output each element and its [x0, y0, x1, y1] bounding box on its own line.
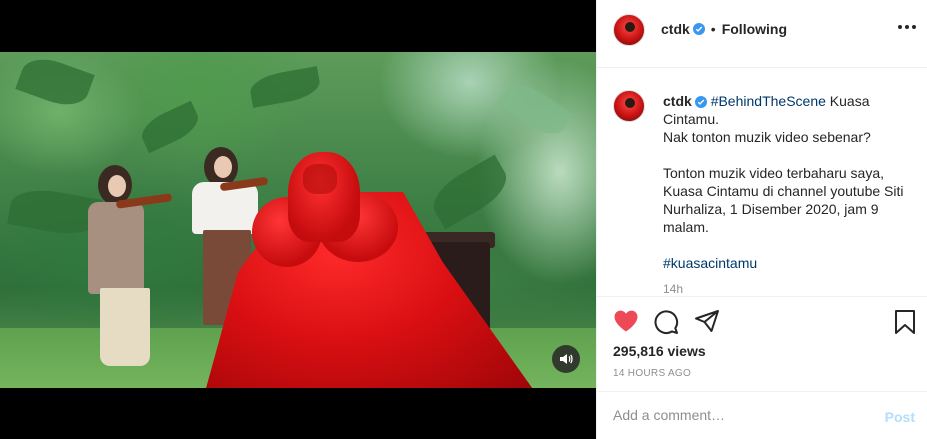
caption-age[interactable]: 14h: [663, 282, 683, 296]
verified-badge-icon: [692, 23, 705, 35]
avatar[interactable]: [613, 90, 645, 122]
paper-plane-icon[interactable]: [694, 309, 720, 333]
caption-text: ctdk #BehindTheScene Kuasa Cintamu. Nak …: [663, 92, 913, 272]
face: [214, 156, 232, 178]
face: [108, 175, 126, 197]
caption-text-part: Kuasa: [825, 93, 870, 109]
post-timestamp[interactable]: 14 HOURS AGO: [613, 368, 691, 379]
ellipsis-icon: [905, 25, 909, 29]
view-count[interactable]: 295,816 views: [613, 343, 706, 359]
more-options-button[interactable]: [898, 25, 916, 29]
post-header: ctdk • Following: [597, 0, 927, 68]
username-link[interactable]: ctdk: [663, 93, 692, 109]
post-media: [0, 0, 596, 439]
foliage: [425, 154, 515, 230]
skirt: [100, 288, 150, 366]
sound-toggle-button[interactable]: [552, 345, 580, 373]
hashtag-link[interactable]: #BehindTheScene: [711, 93, 826, 109]
ellipsis-icon: [898, 25, 902, 29]
action-bar: [597, 296, 927, 344]
username-link[interactable]: ctdk: [661, 21, 690, 37]
post-comment-button[interactable]: Post: [885, 409, 915, 425]
caption-line: Kuasa Cintamu di channel youtube Siti: [663, 183, 904, 199]
comment-bubble-icon[interactable]: [653, 309, 679, 335]
following-button[interactable]: Following: [722, 21, 787, 37]
speaker-icon: [560, 354, 573, 364]
heart-icon[interactable]: [613, 309, 639, 333]
verified-badge-icon: [694, 96, 707, 108]
bookmark-icon[interactable]: [894, 309, 916, 335]
caption-line: Tonton muzik video terbaharu saya,: [663, 165, 885, 181]
ellipsis-icon: [912, 25, 916, 29]
veil: [303, 164, 337, 194]
foliage: [15, 52, 95, 113]
post-side-panel: ctdk • Following ctdk #BehindTheScene Ku…: [596, 0, 927, 439]
caption-line: Cintamu.: [663, 111, 720, 127]
foliage: [136, 100, 204, 154]
foliage: [247, 66, 323, 108]
video-player[interactable]: [0, 52, 596, 388]
caption-line: ctdk #BehindTheScene Kuasa: [663, 92, 913, 110]
add-comment-bar: Post: [597, 391, 927, 439]
foliage: [496, 74, 574, 144]
hashtag-link[interactable]: #kuasacintamu: [663, 254, 913, 272]
header-user: ctdk • Following: [661, 21, 787, 37]
separator-dot: •: [710, 21, 716, 37]
comment-input[interactable]: [613, 407, 863, 423]
caption-line: Nak tonton muzik video sebenar?: [663, 129, 871, 145]
caption-line: malam.: [663, 219, 709, 235]
avatar[interactable]: [613, 14, 645, 46]
jacket: [88, 202, 144, 294]
caption-line: Nurhaliza, 1 Disember 2020, jam 9: [663, 201, 879, 217]
caption-area: ctdk #BehindTheScene Kuasa Cintamu. Nak …: [597, 68, 927, 296]
